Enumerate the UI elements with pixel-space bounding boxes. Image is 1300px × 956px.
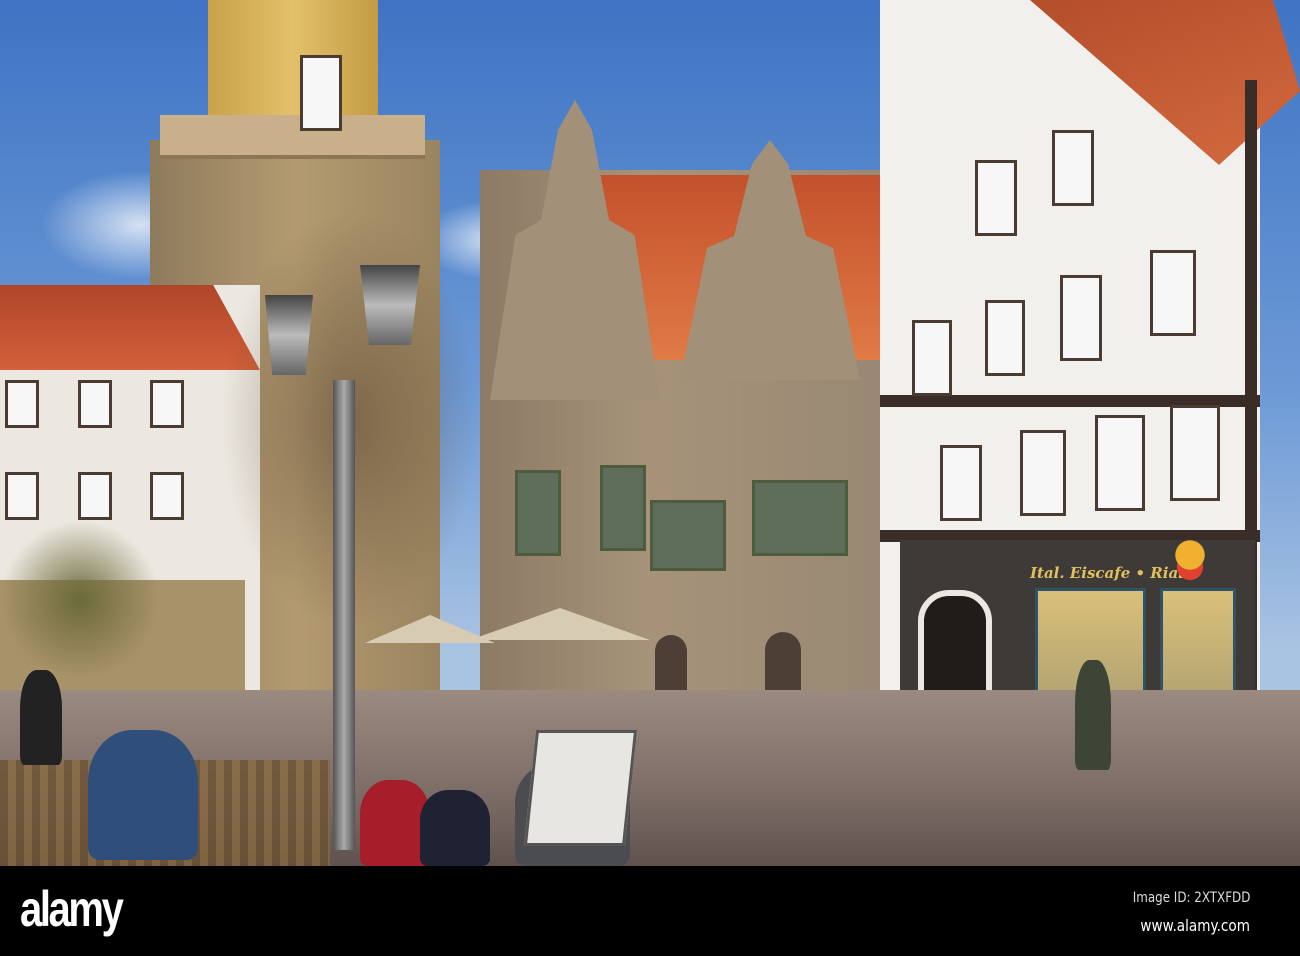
bay-window [752,480,848,556]
window [1170,405,1220,501]
window [150,472,184,520]
window [5,380,39,428]
window [78,380,112,428]
street-lamp-post [333,380,355,850]
lantern [360,265,420,345]
gable-left [490,100,660,400]
website-url: www.alamy.com [1140,916,1250,935]
tower-balcony [160,115,425,159]
lantern [265,295,313,375]
window [985,300,1025,376]
window [600,465,646,551]
window [150,380,184,428]
menu-board [523,730,638,846]
bay-window [650,500,726,571]
window [1150,250,1196,336]
person-dark-coat [420,790,490,866]
window [5,472,39,520]
window [975,160,1017,236]
window [912,320,952,396]
photo: Ital. Eiscafe • Rialto [0,0,1300,866]
tower-belfry [208,0,378,130]
person-standing [20,670,62,765]
window [940,445,982,521]
tree [0,520,160,680]
window [1052,130,1094,206]
window [515,470,561,556]
shop-sign-left: Ital. Eiscafe [1030,564,1131,582]
person-blue-jacket [88,730,198,860]
watermark-footer: alamy Image ID: 2XTXFDD www.alamy.com [0,866,1300,956]
image-id: Image ID: 2XTXFDD [1132,890,1250,906]
window [1095,415,1145,511]
window [1060,275,1102,361]
window [78,472,112,520]
belfry-window [300,55,342,131]
person-walking [1075,660,1111,770]
window [1020,430,1066,516]
alamy-logo: alamy [20,881,124,937]
